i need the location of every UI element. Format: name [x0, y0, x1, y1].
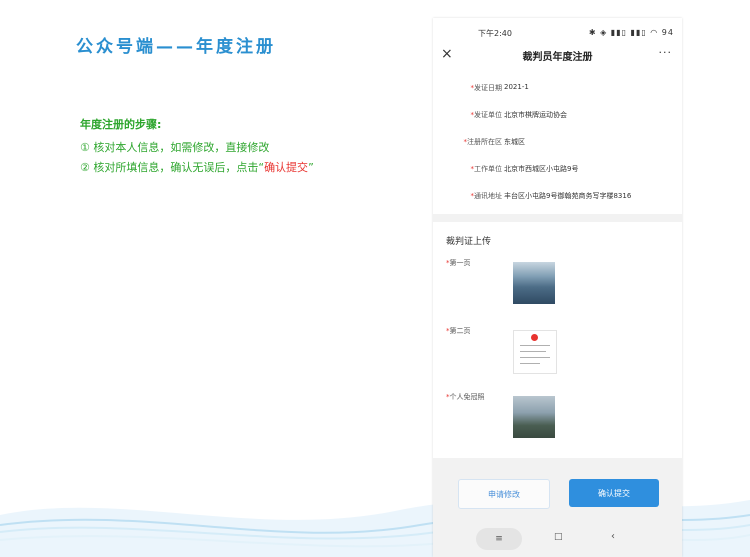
- field-row-issue-date[interactable]: *发证日期 2021-1: [433, 74, 682, 101]
- field-value[interactable]: 北京市棋牌运动协会: [504, 110, 567, 120]
- field-value[interactable]: 2021-1: [504, 83, 529, 91]
- registration-form: *发证日期 2021-1 *发证单位 北京市棋牌运动协会 *注册所在区 东城区 …: [433, 74, 682, 209]
- back-icon[interactable]: ‹: [611, 531, 615, 542]
- page-title: 裁判员年度注册: [522, 52, 593, 63]
- field-row-address[interactable]: *通讯地址 丰台区小屯路9号御翰苑商务写字楼8316: [433, 182, 682, 209]
- bottom-action-bar: 申请修改 确认提交 ≡ □ ‹: [433, 458, 682, 557]
- field-row-district[interactable]: *注册所在区 东城区: [433, 128, 682, 155]
- upload-thumbnail-photo[interactable]: [513, 396, 555, 438]
- step-2-text: ② 核对所填信息，确认无误后，点击“: [80, 161, 265, 174]
- system-nav-bar: ≡ □ ‹: [433, 528, 682, 550]
- apply-edit-button[interactable]: 申请修改: [458, 479, 550, 509]
- section-divider: [433, 214, 682, 222]
- field-row-issuer[interactable]: *发证单位 北京市棋牌运动协会: [433, 101, 682, 128]
- step-2-tail: ”: [308, 161, 314, 174]
- step-1: ① 核对本人信息，如需修改，直接修改: [80, 141, 270, 154]
- steps-block: 年度注册的步骤: ① 核对本人信息，如需修改，直接修改 ② 核对所填信息，确认无…: [80, 116, 314, 178]
- home-square-icon[interactable]: □: [554, 532, 563, 542]
- upload-label-page2: *第二页: [446, 327, 471, 335]
- nav-bar: × 裁判员年度注册 ···: [433, 44, 682, 70]
- steps-heading: 年度注册的步骤:: [80, 118, 162, 131]
- menu-icon[interactable]: ≡: [476, 528, 522, 550]
- submit-button[interactable]: 确认提交: [569, 479, 659, 507]
- phone-screen: 下午2:40 ✱ ◈ ▮▮▯ ▮▮▯ ◠ 94 × 裁判员年度注册 ··· *发…: [433, 18, 682, 557]
- status-bar: 下午2:40 ✱ ◈ ▮▮▯ ▮▮▯ ◠ 94: [433, 18, 682, 44]
- seal-mark: [531, 334, 538, 341]
- status-icons: ✱ ◈ ▮▮▯ ▮▮▯ ◠ 94: [588, 28, 674, 37]
- field-value[interactable]: 北京市西城区小屯路9号: [504, 164, 578, 174]
- field-row-employer[interactable]: *工作单位 北京市西城区小屯路9号: [433, 155, 682, 182]
- field-label: *发证单位: [470, 111, 503, 119]
- upload-thumbnail-page1[interactable]: [513, 262, 555, 304]
- upload-label-photo: *个人免冠照: [446, 393, 485, 401]
- upload-label-page1: *第一页: [446, 259, 471, 267]
- field-value[interactable]: 东城区: [504, 137, 525, 147]
- slide-title: 公众号端——年度注册: [76, 37, 276, 57]
- field-label: *注册所在区: [463, 138, 503, 146]
- field-label: *发证日期: [470, 84, 503, 92]
- more-icon[interactable]: ···: [659, 46, 673, 59]
- field-label: *工作单位: [470, 165, 503, 173]
- status-time: 下午2:40: [478, 29, 512, 38]
- step-2-highlight: 确认提交: [264, 161, 309, 174]
- field-label: *通讯地址: [470, 192, 503, 200]
- upload-thumbnail-page2[interactable]: [513, 330, 557, 374]
- step-2: ② 核对所填信息，确认无误后，点击“确认提交”: [80, 158, 314, 178]
- upload-section-title: 裁判证上传: [446, 237, 492, 247]
- field-value[interactable]: 丰台区小屯路9号御翰苑商务写字楼8316: [504, 191, 631, 201]
